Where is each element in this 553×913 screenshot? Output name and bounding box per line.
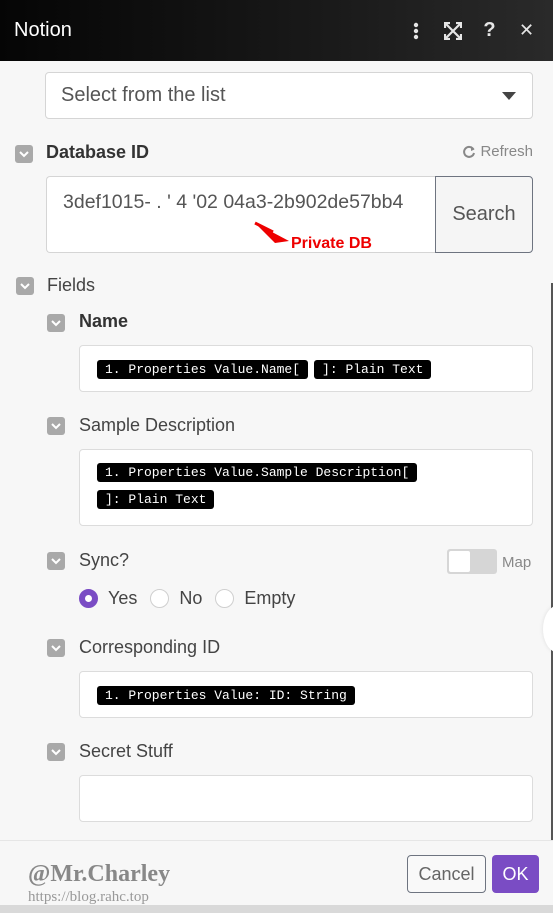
watermark-url: https://blog.rahc.top [28, 889, 149, 905]
watermark-name: @Mr.Charley [28, 861, 171, 887]
radio-no[interactable]: No [150, 588, 202, 609]
radio-yes-label: Yes [108, 588, 138, 608]
radio-no-label: No [179, 588, 203, 608]
mapping-pill[interactable]: ]: Plain Text [97, 490, 215, 509]
sample-description-toggle-checkbox[interactable] [47, 417, 65, 435]
corresponding-id-toggle-checkbox[interactable] [47, 639, 65, 657]
help-icon[interactable]: ? [471, 16, 508, 46]
select-value: Select from the list [61, 84, 226, 106]
mapping-pill[interactable]: ]: Plain Text [314, 360, 432, 379]
secret-stuff-label: Secret Stuff [79, 741, 173, 761]
cancel-button[interactable]: Cancel [407, 855, 486, 893]
panel-header: Notion ? ✕ [0, 0, 553, 61]
select-dropdown[interactable]: Select from the list [45, 72, 533, 119]
search-button[interactable]: Search [435, 176, 533, 253]
annotation-arrow-icon [254, 221, 289, 243]
ok-button[interactable]: OK [492, 855, 539, 893]
refresh-label: Refresh [480, 143, 533, 160]
more-vertical-icon[interactable] [397, 16, 434, 46]
side-handle[interactable] [543, 605, 553, 653]
sample-description-input[interactable]: 1. Properties Value.Sample Description[ … [79, 449, 533, 526]
corresponding-id-input[interactable]: 1. Properties Value: ID: String [79, 671, 533, 718]
database-id-input[interactable]: 3def1015- . ' 4 '02 04a3-2b902de57bb4 [46, 176, 436, 253]
sync-toggle-checkbox[interactable] [47, 552, 65, 570]
sync-label: Sync? [79, 550, 130, 570]
secret-stuff-toggle-checkbox[interactable] [47, 743, 65, 761]
panel-title: Notion [14, 19, 72, 41]
dialog-footer: @Mr.Charley https://blog.rahc.top Cancel… [0, 840, 553, 905]
map-toggle-label: Map [502, 554, 532, 571]
fields-label: Fields [47, 275, 96, 295]
sample-description-label: Sample Description [79, 415, 236, 435]
database-id-label: Database ID [46, 142, 150, 162]
radio-yes[interactable]: Yes [79, 588, 137, 609]
radio-empty-label: Empty [244, 588, 296, 608]
name-field-label: Name [79, 311, 129, 331]
name-toggle-checkbox[interactable] [47, 314, 65, 332]
mapping-pill[interactable]: 1. Properties Value.Sample Description[ [97, 463, 418, 482]
refresh-button[interactable]: Refresh [462, 143, 533, 160]
chevron-down-icon [502, 92, 516, 100]
expand-icon[interactable] [434, 16, 471, 46]
close-icon[interactable]: ✕ [508, 16, 545, 46]
radio-empty[interactable]: Empty [215, 588, 295, 609]
map-toggle[interactable] [447, 549, 497, 574]
corresponding-id-label: Corresponding ID [79, 637, 221, 657]
annotation-label: Private DB [291, 235, 372, 252]
fields-toggle-checkbox[interactable] [16, 277, 34, 295]
mapping-pill[interactable]: 1. Properties Value: ID: String [97, 686, 355, 705]
secret-stuff-input[interactable] [79, 775, 533, 822]
sync-radio-group: Yes No Empty [79, 588, 308, 609]
form-body: Select from the list Database ID Refresh… [0, 61, 553, 840]
name-field-input[interactable]: 1. Properties Value.Name[ ]: Plain Text [79, 345, 533, 392]
refresh-icon [463, 145, 476, 158]
database-id-toggle-checkbox[interactable] [15, 145, 33, 163]
mapping-pill[interactable]: 1. Properties Value.Name[ [97, 360, 309, 379]
